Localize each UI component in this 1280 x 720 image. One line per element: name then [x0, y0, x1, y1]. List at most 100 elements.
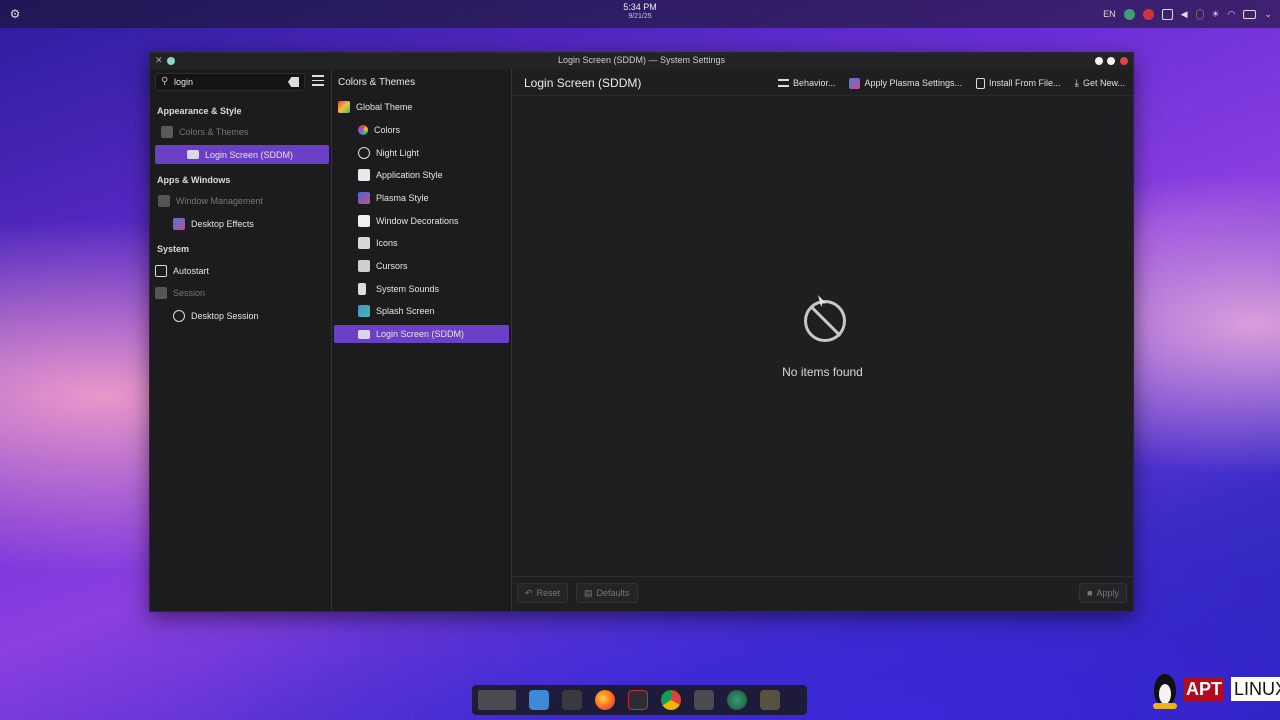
- application-launcher-icon[interactable]: ⚙: [8, 7, 22, 21]
- music-note-icon: [358, 283, 366, 295]
- watermark-linux: LINUX: [1231, 677, 1280, 701]
- icons-icon: [358, 237, 370, 249]
- window-management-icon: [158, 194, 170, 207]
- subcategory-header: Colors & Themes: [338, 77, 416, 88]
- system-settings-icon[interactable]: [628, 690, 648, 710]
- colors-themes-icon: [161, 125, 173, 138]
- empty-state-text: No items found: [782, 365, 863, 379]
- install-from-file-button[interactable]: Install From File...: [976, 77, 1061, 89]
- list-item-window-decorations[interactable]: Window Decorations: [334, 212, 509, 230]
- clock-time: 5:34 PM: [623, 2, 657, 12]
- sliders-icon: [777, 79, 789, 87]
- app-tray-icon[interactable]: [1123, 8, 1135, 20]
- system-tray: EN ◀ ☀ ◠ ⌄: [1103, 7, 1272, 21]
- apply-plasma-settings-button[interactable]: Apply Plasma Settings...: [849, 77, 963, 89]
- category-appearance-style: Appearance & Style: [157, 106, 242, 116]
- behavior-label: Behavior...: [792, 78, 836, 88]
- list-item-cursors[interactable]: Cursors: [334, 257, 509, 275]
- search-input[interactable]: [174, 75, 284, 89]
- cursors-icon: [358, 260, 370, 272]
- search-box[interactable]: ⚲: [155, 73, 305, 91]
- list-item-icons[interactable]: Icons: [334, 234, 509, 252]
- volume-icon[interactable]: ◀: [1181, 7, 1188, 21]
- hamburger-menu-icon[interactable]: [312, 75, 324, 87]
- autostart-icon: [155, 264, 167, 277]
- notifications-icon[interactable]: [1195, 8, 1204, 20]
- brightness-icon[interactable]: ☀: [1212, 7, 1220, 21]
- sidebar-item-label: Autostart: [173, 265, 210, 276]
- list-item-label: Global Theme: [356, 102, 413, 112]
- list-item-label: Application Style: [376, 170, 443, 180]
- list-item-label: Colors: [374, 125, 401, 135]
- category-system: System: [157, 244, 190, 254]
- gimp-icon[interactable]: [760, 690, 780, 710]
- list-item-application-style[interactable]: Application Style: [334, 166, 509, 184]
- record-tray-icon[interactable]: [1142, 8, 1154, 20]
- top-panel: ⚙ 5:34 PM 9/21/25 EN ◀ ☀ ◠ ⌄: [0, 0, 1280, 28]
- install-label: Install From File...: [989, 78, 1061, 88]
- reset-button[interactable]: ↶ Reset: [517, 583, 569, 603]
- firefox-icon[interactable]: [595, 690, 615, 710]
- maximize-button[interactable]: [1107, 57, 1115, 65]
- desktop-session-icon: [173, 309, 185, 322]
- main-content: Login Screen (SDDM) Behavior... Apply Pl…: [512, 69, 1133, 611]
- list-item-system-sounds[interactable]: System Sounds: [334, 280, 509, 298]
- file-manager-icon[interactable]: [529, 690, 549, 710]
- titlebar[interactable]: ✕ Login Screen (SDDM) — System Settings: [150, 53, 1133, 69]
- clear-search-icon[interactable]: [288, 77, 299, 87]
- monitor-icon: [358, 329, 370, 339]
- wifi-icon[interactable]: ◠: [1228, 7, 1236, 21]
- defaults-icon: ▤: [584, 587, 593, 598]
- list-item-colors[interactable]: Colors: [334, 121, 509, 139]
- pager-icon[interactable]: [478, 690, 516, 710]
- sidebar-item-session[interactable]: Session: [155, 283, 329, 302]
- sidebar-item-desktop-effects[interactable]: Desktop Effects: [155, 214, 329, 233]
- apply-plasma-label: Apply Plasma Settings...: [864, 78, 963, 88]
- sidebar-item-window-management[interactable]: Window Management: [155, 191, 329, 210]
- toolbar: Behavior... Apply Plasma Settings... Ins…: [777, 75, 1125, 91]
- application-style-icon: [358, 169, 370, 181]
- chevron-down-icon[interactable]: ⌄: [1264, 7, 1272, 21]
- get-new-button[interactable]: ⤓ Get New...: [1075, 78, 1125, 89]
- clock[interactable]: 5:34 PM 9/21/25: [600, 3, 680, 21]
- close-button[interactable]: [1120, 57, 1128, 65]
- splash-screen-icon: [358, 305, 370, 317]
- list-item-label: Plasma Style: [376, 193, 429, 203]
- plasma-style-icon: [358, 192, 370, 204]
- sidebar-item-autostart[interactable]: Autostart: [155, 261, 329, 280]
- apply-label: Apply: [1096, 588, 1119, 598]
- sidebar-item-label: Desktop Session: [191, 310, 259, 321]
- list-item-night-light[interactable]: Night Light: [334, 144, 509, 162]
- list-item-label: Cursors: [376, 261, 408, 271]
- no-entry-icon: [804, 300, 846, 342]
- category-apps-windows: Apps & Windows: [157, 175, 231, 185]
- undo-icon: ↶: [525, 587, 533, 598]
- apply-button[interactable]: ■ Apply: [1079, 583, 1127, 603]
- browser-icon[interactable]: [727, 690, 747, 710]
- sidebar-item-colors-themes[interactable]: Colors & Themes: [155, 122, 329, 141]
- app-icon[interactable]: [694, 690, 714, 710]
- defaults-button[interactable]: ▤ Defaults: [576, 583, 638, 603]
- window-decorations-icon: [358, 215, 370, 227]
- chrome-icon[interactable]: [661, 690, 681, 710]
- minimize-button[interactable]: [1095, 57, 1103, 65]
- save-icon: ■: [1087, 588, 1093, 598]
- terminal-icon[interactable]: [562, 690, 582, 710]
- list-item-login-screen[interactable]: Login Screen (SDDM): [334, 325, 509, 343]
- tux-penguin-icon: [1148, 670, 1182, 710]
- clock-date: 9/21/25: [628, 13, 652, 20]
- sidebar-item-label: Desktop Effects: [191, 218, 254, 229]
- desktop-effects-icon: [173, 217, 185, 230]
- list-item-splash-screen[interactable]: Splash Screen: [334, 302, 509, 320]
- battery-icon[interactable]: [1243, 9, 1257, 19]
- aptlinux-watermark: APT LINUX: [1148, 668, 1280, 712]
- keyboard-layout-indicator[interactable]: EN: [1103, 7, 1116, 21]
- list-item-global-theme[interactable]: Global Theme: [334, 98, 509, 116]
- sidebar-item-login-screen[interactable]: Login Screen (SDDM): [155, 145, 329, 164]
- list-item-plasma-style[interactable]: Plasma Style: [334, 189, 509, 207]
- behavior-button[interactable]: Behavior...: [777, 78, 836, 88]
- sidebar-item-desktop-session[interactable]: Desktop Session: [155, 306, 329, 325]
- clipboard-icon[interactable]: [1161, 8, 1173, 20]
- sidebar-item-label: Colors & Themes: [179, 126, 249, 137]
- sidebar-item-label: Window Management: [176, 195, 264, 206]
